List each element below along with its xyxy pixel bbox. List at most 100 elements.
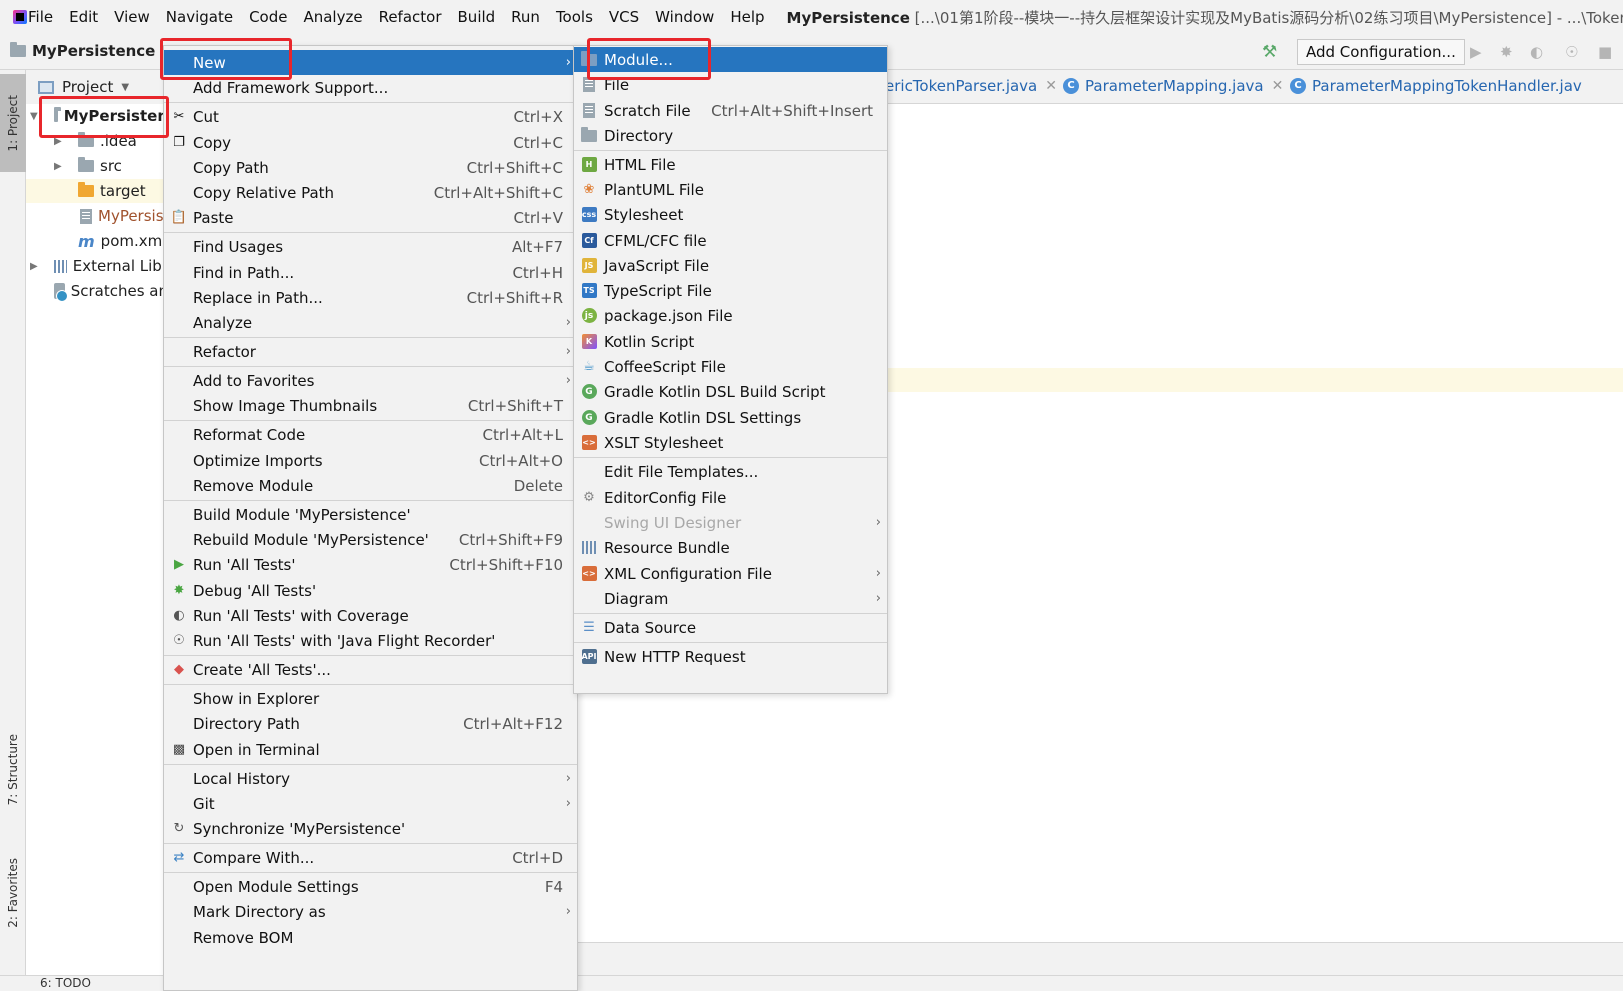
submenu-item-file[interactable]: File bbox=[574, 72, 887, 97]
menu-item-run-all-tests[interactable]: ▶ Run 'All Tests' Ctrl+Shift+F10 bbox=[164, 552, 577, 577]
submenu-item-typescript-file[interactable]: TS TypeScript File bbox=[574, 278, 887, 303]
nav-project-breadcrumb[interactable]: MyPersistence bbox=[10, 42, 155, 60]
project-panel-header[interactable]: Project ▼ bbox=[26, 70, 168, 104]
menu-item-copy[interactable]: ❐ Copy Ctrl+C bbox=[164, 130, 577, 155]
menu-item-directory-path[interactable]: Directory Path Ctrl+Alt+F12 bbox=[164, 711, 577, 736]
submenu-item-plantuml-file[interactable]: ❀ PlantUML File bbox=[574, 177, 887, 202]
menu-item-open-module-settings[interactable]: Open Module Settings F4 bbox=[164, 874, 577, 899]
menu-item-cut[interactable]: ✂ Cut Ctrl+X bbox=[164, 104, 577, 129]
submenu-item-resource-bundle[interactable]: Resource Bundle bbox=[574, 535, 887, 560]
submenu-item-gradle-settings[interactable]: G Gradle Kotlin DSL Settings bbox=[574, 405, 887, 430]
menu-window[interactable]: Window bbox=[647, 8, 722, 26]
project-tool-tab[interactable]: 1: Project bbox=[0, 74, 26, 172]
menu-item-run-with-coverage[interactable]: ◐ Run 'All Tests' with Coverage bbox=[164, 603, 577, 628]
menu-view[interactable]: View bbox=[106, 8, 158, 26]
submenu-item-new-http-request[interactable]: API New HTTP Request bbox=[574, 644, 887, 669]
add-configuration-button[interactable]: Add Configuration... bbox=[1297, 39, 1465, 65]
menu-item-find-in-path[interactable]: Find in Path... Ctrl+H bbox=[164, 260, 577, 285]
tab-generic-token-parser[interactable]: ericTokenParser.java ✕ bbox=[885, 77, 1057, 95]
tree-item-scratches[interactable]: Scratches an bbox=[26, 279, 168, 303]
run-icon[interactable]: ▶ bbox=[1470, 43, 1482, 61]
menu-item-remove-module[interactable]: Remove Module Delete bbox=[164, 473, 577, 498]
menu-item-local-history[interactable]: Local History › bbox=[164, 766, 577, 791]
submenu-item-data-source[interactable]: ☰ Data Source bbox=[574, 615, 887, 640]
tree-item-idea[interactable]: ▶ .idea bbox=[26, 129, 168, 153]
menu-item-rebuild-module[interactable]: Rebuild Module 'MyPersistence' Ctrl+Shift… bbox=[164, 527, 577, 552]
submenu-item-javascript-file[interactable]: JS JavaScript File bbox=[574, 253, 887, 278]
menu-item-refactor[interactable]: Refactor › bbox=[164, 339, 577, 364]
menu-item-compare-with[interactable]: ⇄ Compare With... Ctrl+D bbox=[164, 845, 577, 870]
submenu-item-directory[interactable]: Directory bbox=[574, 123, 887, 148]
tree-item-src[interactable]: ▶ src bbox=[26, 154, 168, 178]
chevron-right-icon[interactable]: ▶ bbox=[54, 161, 62, 172]
close-icon[interactable]: ✕ bbox=[1272, 78, 1284, 94]
structure-tool-tab[interactable]: 7: Structure bbox=[0, 720, 26, 820]
submenu-item-gradle-build-script[interactable]: G Gradle Kotlin DSL Build Script bbox=[574, 379, 887, 404]
menu-item-copy-relative-path[interactable]: Copy Relative Path Ctrl+Alt+Shift+C bbox=[164, 180, 577, 205]
menu-item-new[interactable]: New › bbox=[164, 50, 577, 75]
submenu-item-scratch-file[interactable]: Scratch File Ctrl+Alt+Shift+Insert bbox=[574, 98, 887, 123]
tree-item-root-module[interactable]: ▼ MyPersisten bbox=[26, 104, 168, 128]
submenu-item-package-json[interactable]: js package.json File bbox=[574, 303, 887, 328]
menu-item-find-usages[interactable]: Find Usages Alt+F7 bbox=[164, 234, 577, 259]
chevron-right-icon[interactable]: ▶ bbox=[54, 136, 62, 147]
favorites-tool-tab[interactable]: 2: Favorites bbox=[0, 840, 26, 945]
tree-item-pom[interactable]: m pom.xml bbox=[26, 229, 168, 253]
submenu-item-stylesheet[interactable]: css Stylesheet bbox=[574, 202, 887, 227]
menu-item-show-in-explorer[interactable]: Show in Explorer bbox=[164, 686, 577, 711]
menu-edit[interactable]: Edit bbox=[61, 8, 106, 26]
tree-item-iml-file[interactable]: MyPersis bbox=[26, 204, 168, 228]
menu-item-paste[interactable]: 📋 Paste Ctrl+V bbox=[164, 205, 577, 230]
chevron-down-icon[interactable]: ▼ bbox=[121, 82, 129, 93]
submenu-item-module[interactable]: Module... bbox=[574, 47, 887, 72]
stop-icon[interactable]: ■ bbox=[1598, 43, 1612, 61]
chevron-right-icon[interactable]: ▶ bbox=[30, 261, 38, 272]
menu-build[interactable]: Build bbox=[450, 8, 504, 26]
menu-item-git[interactable]: Git › bbox=[164, 791, 577, 816]
menu-item-remove-bom[interactable]: Remove BOM bbox=[164, 925, 577, 950]
menu-item-create-all-tests[interactable]: ◆ Create 'All Tests'... bbox=[164, 657, 577, 682]
menu-item-optimize-imports[interactable]: Optimize Imports Ctrl+Alt+O bbox=[164, 448, 577, 473]
menu-item-open-in-terminal[interactable]: ▩ Open in Terminal bbox=[164, 737, 577, 762]
tree-item-external-libraries[interactable]: ▶ External Libr bbox=[26, 254, 168, 278]
coverage-icon[interactable]: ◐ bbox=[1530, 43, 1543, 61]
menu-item-add-to-favorites[interactable]: Add to Favorites › bbox=[164, 368, 577, 393]
profiler-icon[interactable]: ☉ bbox=[1565, 43, 1578, 61]
submenu-item-edit-file-templates[interactable]: Edit File Templates... bbox=[574, 459, 887, 484]
menu-item-mark-directory-as[interactable]: Mark Directory as › bbox=[164, 899, 577, 924]
submenu-item-diagram[interactable]: Diagram › bbox=[574, 586, 887, 611]
menu-run[interactable]: Run bbox=[503, 8, 548, 26]
submenu-item-cfml-file[interactable]: Cf CFML/CFC file bbox=[574, 228, 887, 253]
menu-item-reformat-code[interactable]: Reformat Code Ctrl+Alt+L bbox=[164, 422, 577, 447]
build-hammer-icon[interactable]: ⚒ bbox=[1262, 42, 1277, 62]
submenu-item-editorconfig-file[interactable]: ⚙ EditorConfig File bbox=[574, 485, 887, 510]
submenu-item-html-file[interactable]: H HTML File bbox=[574, 152, 887, 177]
menu-tools[interactable]: Tools bbox=[548, 8, 601, 26]
menu-item-show-image-thumbnails[interactable]: Show Image Thumbnails Ctrl+Shift+T bbox=[164, 393, 577, 418]
debug-icon[interactable]: ✸ bbox=[1500, 43, 1513, 61]
chevron-down-icon[interactable]: ▼ bbox=[30, 111, 38, 122]
tab-parameter-mapping-token-handler[interactable]: C ParameterMappingTokenHandler.jav bbox=[1290, 77, 1582, 95]
menu-refactor[interactable]: Refactor bbox=[371, 8, 450, 26]
menu-code[interactable]: Code bbox=[241, 8, 295, 26]
submenu-item-xslt-stylesheet[interactable]: <> XSLT Stylesheet bbox=[574, 430, 887, 455]
submenu-item-coffeescript-file[interactable]: ☕ CoffeeScript File bbox=[574, 354, 887, 379]
menu-item-replace-in-path[interactable]: Replace in Path... Ctrl+Shift+R bbox=[164, 285, 577, 310]
submenu-item-swing-ui-designer[interactable]: Swing UI Designer › bbox=[574, 510, 887, 535]
menu-item-build-module[interactable]: Build Module 'MyPersistence' bbox=[164, 502, 577, 527]
menu-vcs[interactable]: VCS bbox=[601, 8, 647, 26]
menu-item-copy-path[interactable]: Copy Path Ctrl+Shift+C bbox=[164, 155, 577, 180]
menu-navigate[interactable]: Navigate bbox=[158, 8, 241, 26]
todo-tool-tab[interactable]: 6: TODO bbox=[40, 976, 91, 990]
menu-analyze[interactable]: Analyze bbox=[295, 8, 370, 26]
close-icon[interactable]: ✕ bbox=[1045, 78, 1057, 94]
submenu-item-xml-configuration-file[interactable]: <> XML Configuration File › bbox=[574, 561, 887, 586]
menu-item-run-with-flight-recorder[interactable]: ☉ Run 'All Tests' with 'Java Flight Recor… bbox=[164, 628, 577, 653]
submenu-item-kotlin-script[interactable]: K Kotlin Script bbox=[574, 329, 887, 354]
menu-item-add-framework-support[interactable]: Add Framework Support... bbox=[164, 75, 577, 100]
menu-help[interactable]: Help bbox=[722, 8, 772, 26]
menu-item-debug-all-tests[interactable]: ✸ Debug 'All Tests' bbox=[164, 578, 577, 603]
menu-item-synchronize[interactable]: ↻ Synchronize 'MyPersistence' bbox=[164, 816, 577, 841]
menu-item-analyze[interactable]: Analyze › bbox=[164, 310, 577, 335]
tree-item-target[interactable]: target bbox=[26, 179, 168, 203]
